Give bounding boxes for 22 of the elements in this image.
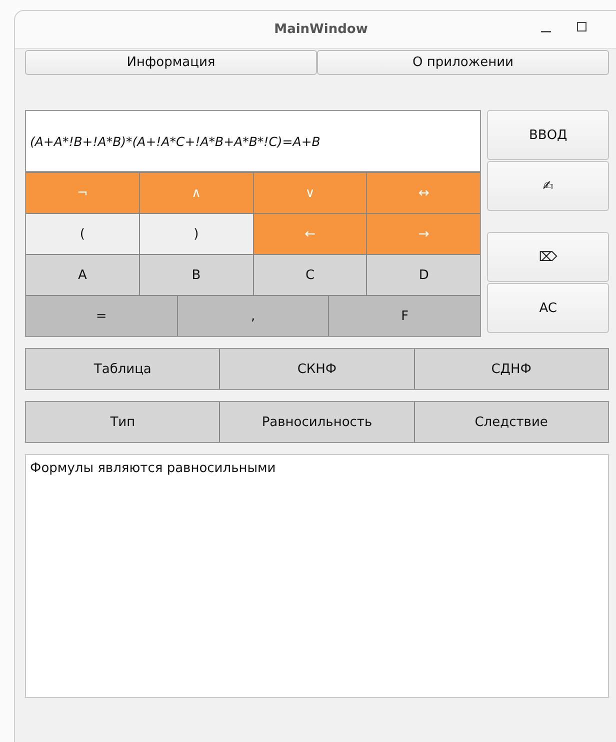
action-button[interactable]: СДНФ [414, 349, 608, 389]
key-button[interactable]: , [176, 296, 328, 336]
action-button[interactable]: Равносильность [219, 402, 414, 442]
key-button[interactable]: = [26, 296, 177, 336]
menu-button[interactable]: Информация [25, 50, 317, 75]
side-button[interactable]: ⌦ [487, 232, 609, 282]
key-button[interactable]: A [26, 255, 139, 295]
action-button[interactable]: СКНФ [219, 349, 414, 389]
action-button[interactable]: Тип [26, 402, 220, 442]
formula-display[interactable]: (A+A*!B+!A*B)*(A+!A*C+!A*B+A*B*!C)=A+B [26, 111, 480, 172]
key-button[interactable]: C [252, 255, 366, 295]
side-button[interactable]: ВВОД [487, 110, 609, 160]
key-button[interactable]: D [366, 255, 480, 295]
side-button[interactable]: ✍ [487, 161, 609, 211]
window-title: MainWindow [274, 22, 368, 37]
action-button[interactable]: Таблица [26, 349, 220, 389]
key-button[interactable]: B [138, 255, 253, 295]
action-button[interactable]: Следствие [414, 402, 608, 442]
side-button[interactable]: AC [487, 283, 609, 333]
output-text: Формулы являются равносильными [25, 454, 609, 698]
key-button[interactable]: F [328, 296, 480, 336]
menu-button[interactable]: О приложении [317, 50, 609, 75]
